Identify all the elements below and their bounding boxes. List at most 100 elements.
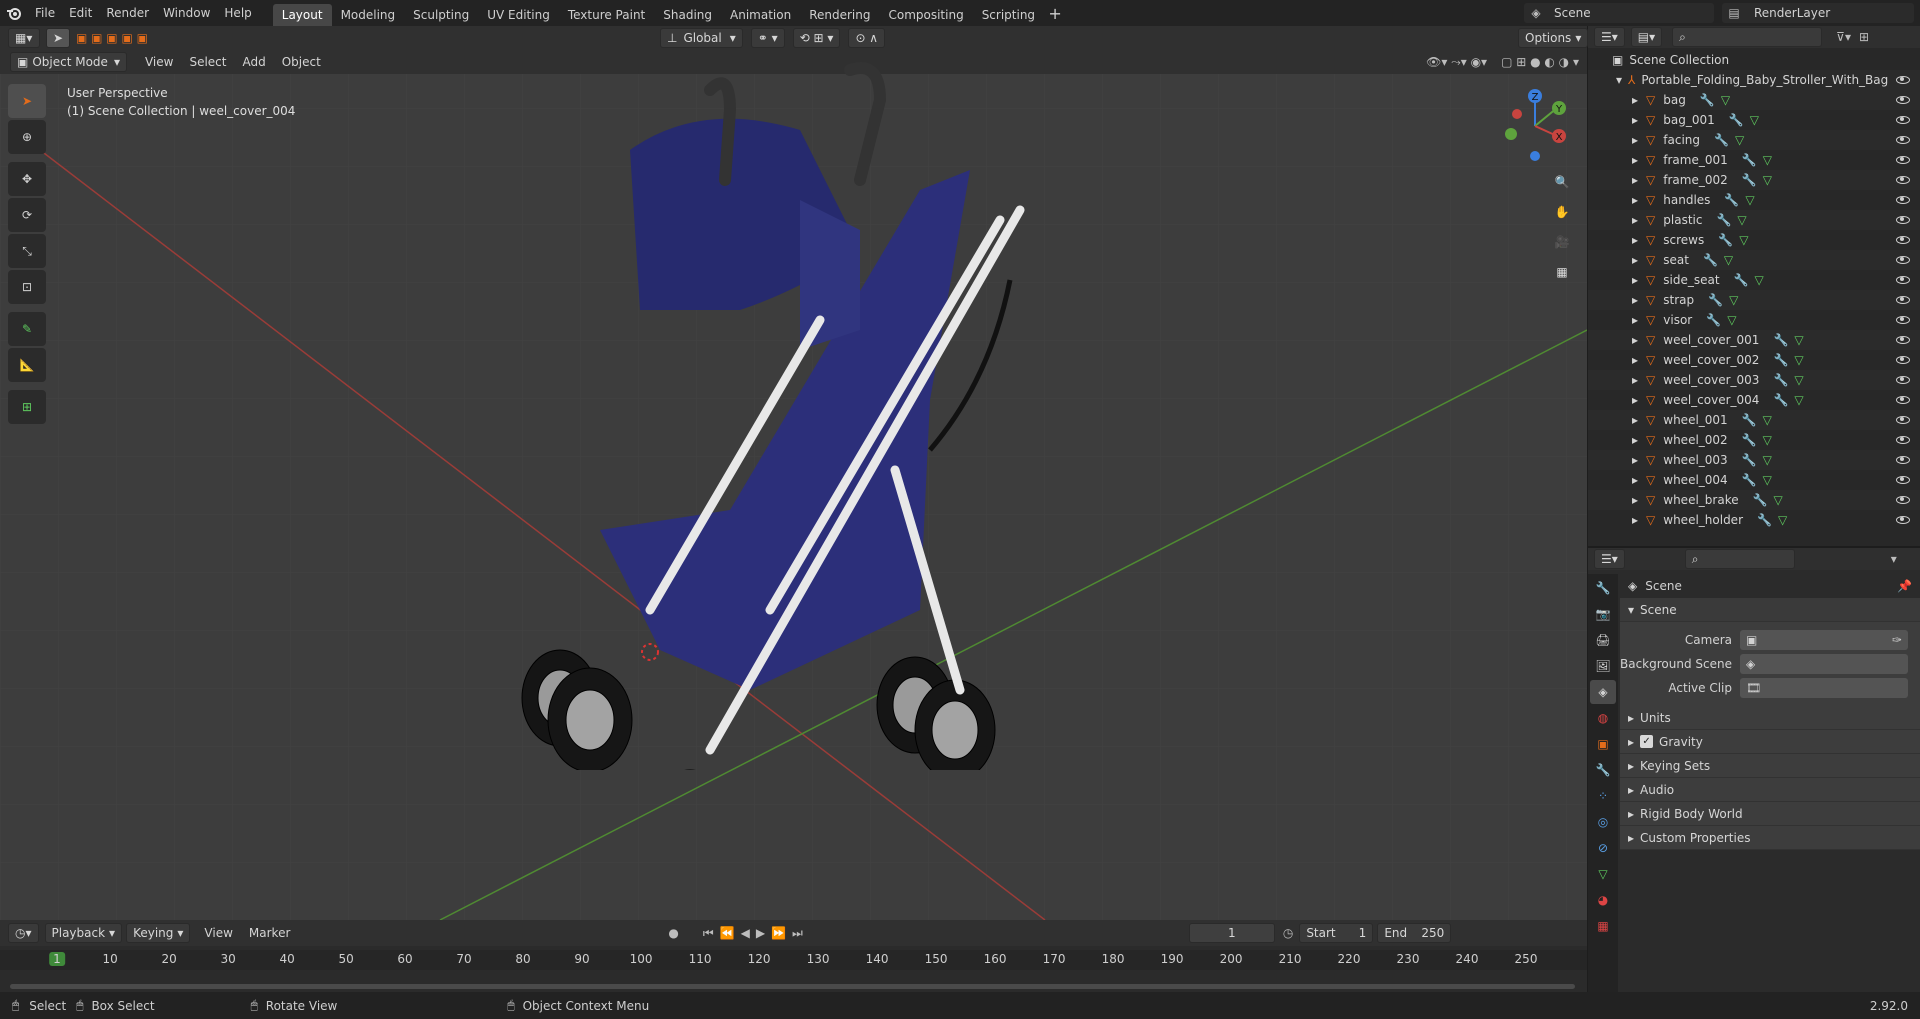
units-panel-header[interactable]: ▸ Units [1620,706,1920,730]
modifier-icon[interactable]: 🔧 [1729,113,1744,127]
playback-menu[interactable]: Playback ▾ [44,923,123,943]
modifier-icon[interactable]: 🔧 [1734,273,1749,287]
cursor-tool[interactable]: ⊕ [8,120,46,154]
expand-arrow-icon[interactable]: ▸ [1632,173,1638,187]
menu-render[interactable]: Render [99,6,156,20]
modifier-tab-icon[interactable]: 🔧 [1590,758,1616,782]
expand-arrow-icon[interactable]: ▸ [1632,433,1638,447]
mesh-data-icon[interactable]: ▽ [1794,353,1803,367]
outliner-object-row[interactable]: ▸ ▽ strap 🔧 ▽ [1588,290,1920,310]
outliner-editor-type[interactable]: ☰▾ [1594,27,1625,47]
material-tab-icon[interactable]: ◕ [1590,888,1616,912]
tab-animation[interactable]: Animation [721,4,800,26]
expand-arrow-icon[interactable]: ▸ [1632,113,1638,127]
eye-icon[interactable] [1896,236,1910,244]
custom-properties-panel-header[interactable]: ▸ Custom Properties [1620,826,1920,850]
mesh-data-icon[interactable]: ▽ [1737,213,1746,227]
proportional-edit-button[interactable]: ⊙ ∧ [848,28,886,48]
mesh-data-icon[interactable]: ▽ [1724,253,1733,267]
modifier-icon[interactable]: 🔧 [1753,493,1768,507]
expand-arrow-icon[interactable]: ▸ [1632,253,1638,267]
render-tab-icon[interactable]: 📷 [1590,602,1616,626]
eye-icon[interactable] [1896,116,1910,124]
outliner-object-row[interactable]: ▸ ▽ wheel_002 🔧 ▽ [1588,430,1920,450]
eye-icon[interactable] [1896,376,1910,384]
outliner-object-row[interactable]: ▸ ▽ visor 🔧 ▽ [1588,310,1920,330]
mesh-data-icon[interactable]: ▽ [1794,393,1803,407]
timeline-ruler[interactable]: 1 10 20 30 40 50 60 70 80 90 100 110 120 130 140 150 160… [0,950,1587,970]
data-tab-icon[interactable]: ▽ [1590,862,1616,886]
mesh-data-icon[interactable]: ▽ [1727,313,1736,327]
eye-icon[interactable] [1896,316,1910,324]
menu-help[interactable]: Help [217,6,258,20]
eye-icon[interactable] [1896,296,1910,304]
outliner-search-input[interactable]: ⌕ [1672,27,1823,47]
zoom-icon[interactable]: 🔍 [1548,168,1576,196]
modifier-icon[interactable]: 🔧 [1718,233,1733,247]
gravity-panel-header[interactable]: ▸ ✓ Gravity [1620,730,1920,754]
outliner-object-row[interactable]: ▸ ▽ handles 🔧 ▽ [1588,190,1920,210]
outliner-object-row[interactable]: ▸ ▽ seat 🔧 ▽ [1588,250,1920,270]
outliner-object-row[interactable]: ▸ ▽ facing 🔧 ▽ [1588,130,1920,150]
modifier-icon[interactable]: 🔧 [1742,453,1757,467]
mesh-data-icon[interactable]: ▽ [1735,133,1744,147]
eye-icon[interactable] [1896,276,1910,284]
keying-menu[interactable]: Keying ▾ [126,923,191,943]
properties-search-input[interactable]: ⌕ [1684,549,1795,569]
start-frame-field[interactable]: Start 1 [1299,923,1374,943]
scene-selector[interactable]: ◈ Scene [1524,3,1714,23]
tab-modeling[interactable]: Modeling [332,4,405,26]
blender-logo-icon[interactable] [0,2,28,24]
mesh-data-icon[interactable]: ▽ [1750,113,1759,127]
pivot-point-dropdown[interactable]: ⚭ ▾ [750,28,785,48]
modifier-icon[interactable]: 🔧 [1773,393,1788,407]
object-tab-icon[interactable]: ▣ [1590,732,1616,756]
3d-viewport[interactable]: ▣ Object Mode ▾ View Select Add Object 👁… [0,50,1587,920]
mesh-data-icon[interactable]: ▽ [1763,153,1772,167]
modifier-icon[interactable]: 🔧 [1742,173,1757,187]
shading-mode-icons[interactable]: ▢ ⊞ ● ◐ ◑ ▾ [1501,55,1579,69]
tool-tab-icon[interactable]: 🔧 [1590,576,1616,600]
eye-icon[interactable] [1896,396,1910,404]
modifier-icon[interactable]: 🔧 [1742,153,1757,167]
outliner-object-row[interactable]: ▸ ▽ wheel_001 🔧 ▽ [1588,410,1920,430]
mesh-data-icon[interactable]: ▽ [1755,273,1764,287]
constraints-tab-icon[interactable]: ⊘ [1590,836,1616,860]
expand-arrow-icon[interactable]: ▸ [1632,313,1638,327]
modifier-icon[interactable]: 🔧 [1708,293,1723,307]
outliner-object-row[interactable]: ▸ ▽ frame_002 🔧 ▽ [1588,170,1920,190]
mesh-data-icon[interactable]: ▽ [1794,333,1803,347]
modifier-icon[interactable]: 🔧 [1700,93,1715,107]
outliner-display-mode[interactable]: ▤▾ [1630,27,1663,47]
eye-icon[interactable] [1896,176,1910,184]
texture-tab-icon[interactable]: ▦ [1590,914,1616,938]
eye-icon[interactable] [1896,196,1910,204]
navigation-gizmo[interactable]: Z Y X [1495,86,1575,166]
modifier-icon[interactable]: 🔧 [1706,313,1721,327]
menu-file[interactable]: File [28,6,62,20]
modifier-icon[interactable]: 🔧 [1742,413,1757,427]
gravity-checkbox[interactable]: ✓ [1640,735,1654,748]
tab-shading[interactable]: Shading [654,4,721,26]
outliner-object-row[interactable]: ▸ ▽ side_seat 🔧 ▽ [1588,270,1920,290]
mesh-data-icon[interactable]: ▽ [1739,233,1748,247]
viewport-menu-object[interactable]: Object [274,55,329,69]
outliner-object-row[interactable]: ▸ ▽ wheel_004 🔧 ▽ [1588,470,1920,490]
scene-panel-header[interactable]: ▾ Scene [1620,598,1920,622]
expand-arrow-icon[interactable]: ▸ [1632,453,1638,467]
output-tab-icon[interactable]: 🖨 [1590,628,1616,652]
measure-tool[interactable]: 📐 [8,348,46,382]
modifier-icon[interactable]: 🔧 [1742,473,1757,487]
expand-arrow-icon[interactable]: ▸ [1632,513,1638,527]
mesh-data-icon[interactable]: ▽ [1745,193,1754,207]
clock-icon[interactable]: ◷ [1283,926,1293,940]
eye-icon[interactable] [1896,356,1910,364]
camera-field[interactable]: ▣ ✑ [1740,630,1908,650]
modifier-icon[interactable]: 🔧 [1714,133,1729,147]
timeline-menu-view[interactable]: View [196,926,240,940]
outliner-object-row[interactable]: ▸ ▽ frame_001 🔧 ▽ [1588,150,1920,170]
eye-icon[interactable] [1896,416,1910,424]
mesh-data-icon[interactable]: ▽ [1721,93,1730,107]
outliner-object-row[interactable]: ▸ ▽ screws 🔧 ▽ [1588,230,1920,250]
select-box-tool[interactable]: ➤ [8,84,46,118]
